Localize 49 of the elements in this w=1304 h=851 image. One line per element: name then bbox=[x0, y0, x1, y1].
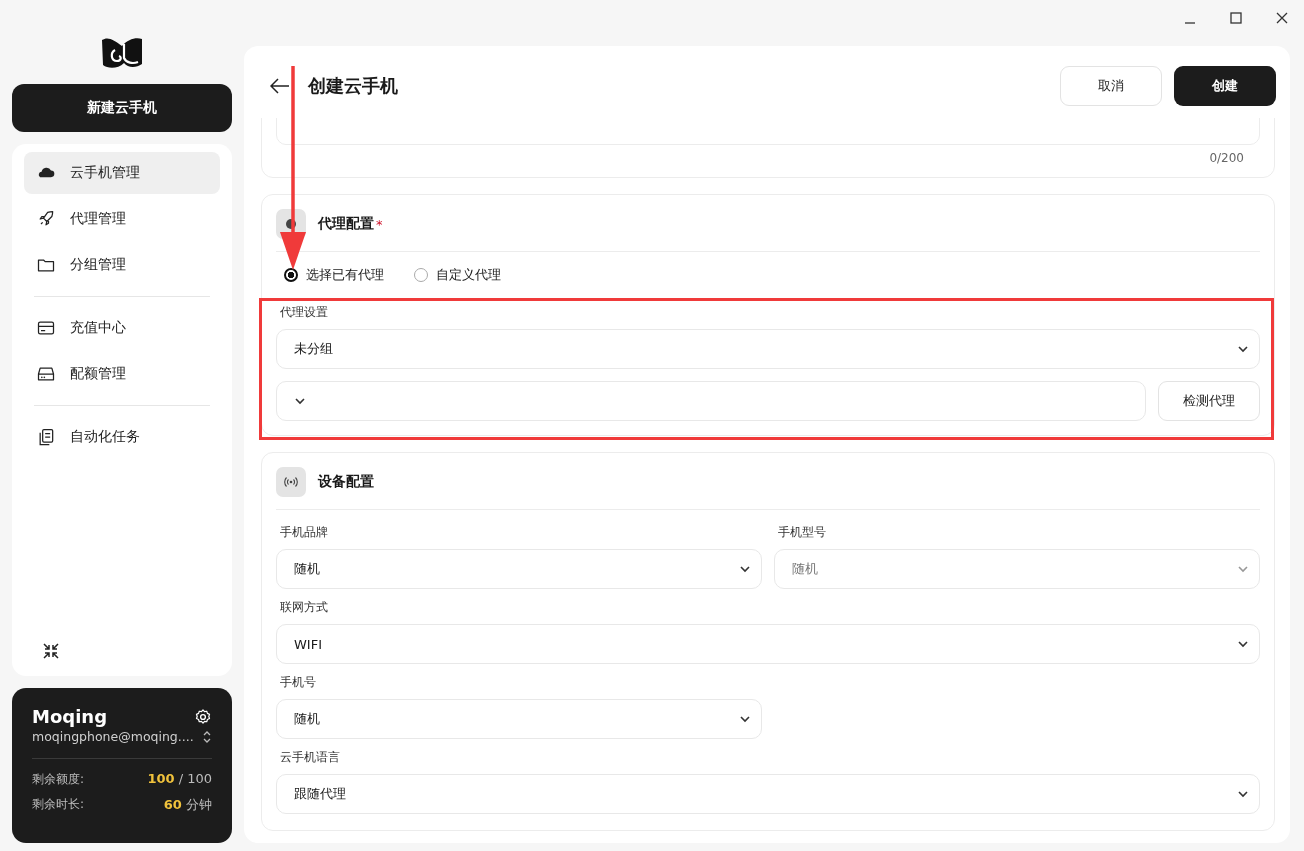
section-title: 设备配置 bbox=[318, 473, 374, 491]
create-button[interactable]: 创建 bbox=[1174, 66, 1276, 106]
cancel-button[interactable]: 取消 bbox=[1060, 66, 1162, 106]
check-proxy-button[interactable]: 检测代理 bbox=[1158, 381, 1260, 421]
nav-item[interactable]: 代理管理 bbox=[24, 198, 220, 240]
maximize-icon[interactable] bbox=[1230, 12, 1242, 24]
select-field[interactable]: WIFI bbox=[276, 624, 1260, 664]
switch-icon[interactable] bbox=[202, 729, 212, 744]
account-name: Moqing bbox=[32, 706, 108, 727]
chevron-down-icon bbox=[739, 713, 751, 725]
nav-item[interactable]: 配额管理 bbox=[24, 353, 220, 395]
page-title: 创建云手机 bbox=[308, 74, 399, 98]
nav-item[interactable]: 充值中心 bbox=[24, 307, 220, 349]
logo-icon bbox=[100, 36, 144, 70]
radio-option[interactable]: 选择已有代理 bbox=[284, 266, 384, 284]
field-label: 云手机语言 bbox=[280, 749, 341, 766]
required-mark: * bbox=[376, 216, 383, 232]
char-counter: 0/200 bbox=[1208, 151, 1244, 165]
account-email: moqingphone@moqing.... bbox=[32, 729, 194, 744]
field-label: 手机品牌 bbox=[280, 524, 329, 541]
chevron-down-icon bbox=[739, 563, 751, 575]
nav-item[interactable]: 自动化任务 bbox=[24, 416, 220, 458]
select-field[interactable]: 未分组 bbox=[276, 329, 1260, 369]
select-field[interactable] bbox=[276, 381, 1146, 421]
new-phone-button[interactable]: 新建云手机 bbox=[12, 84, 232, 132]
chevron-down-icon bbox=[1237, 343, 1249, 355]
select-field[interactable]: 随机 bbox=[276, 549, 762, 589]
stat-value: 60 分钟 bbox=[163, 796, 212, 814]
settings-icon[interactable] bbox=[194, 707, 212, 726]
chevron-down-icon bbox=[1237, 788, 1249, 800]
back-arrow-icon[interactable] bbox=[270, 78, 290, 94]
field-label: 手机型号 bbox=[778, 524, 827, 541]
chevron-down-icon bbox=[1237, 638, 1249, 650]
field-label: 联网方式 bbox=[280, 599, 329, 616]
close-icon[interactable] bbox=[1276, 12, 1288, 24]
stat-label: 剩余额度: bbox=[32, 771, 85, 788]
nav-item[interactable]: 分组管理 bbox=[24, 244, 220, 286]
radio-option[interactable]: 自定义代理 bbox=[414, 266, 501, 284]
select-field[interactable]: 跟随代理 bbox=[276, 774, 1260, 814]
stat-value: 100 / 100 bbox=[147, 771, 212, 788]
field-label: 代理设置 bbox=[280, 304, 329, 321]
collapse-icon[interactable] bbox=[42, 642, 60, 660]
chevron-down-icon bbox=[294, 395, 306, 407]
field-label: 手机号 bbox=[280, 674, 317, 691]
section-title: 代理配置 bbox=[318, 215, 374, 233]
nav-item[interactable]: 云手机管理 bbox=[24, 152, 220, 194]
stat-label: 剩余时长: bbox=[32, 796, 85, 813]
select-field[interactable]: 随机 bbox=[276, 699, 762, 739]
chevron-down-icon bbox=[1237, 563, 1249, 575]
